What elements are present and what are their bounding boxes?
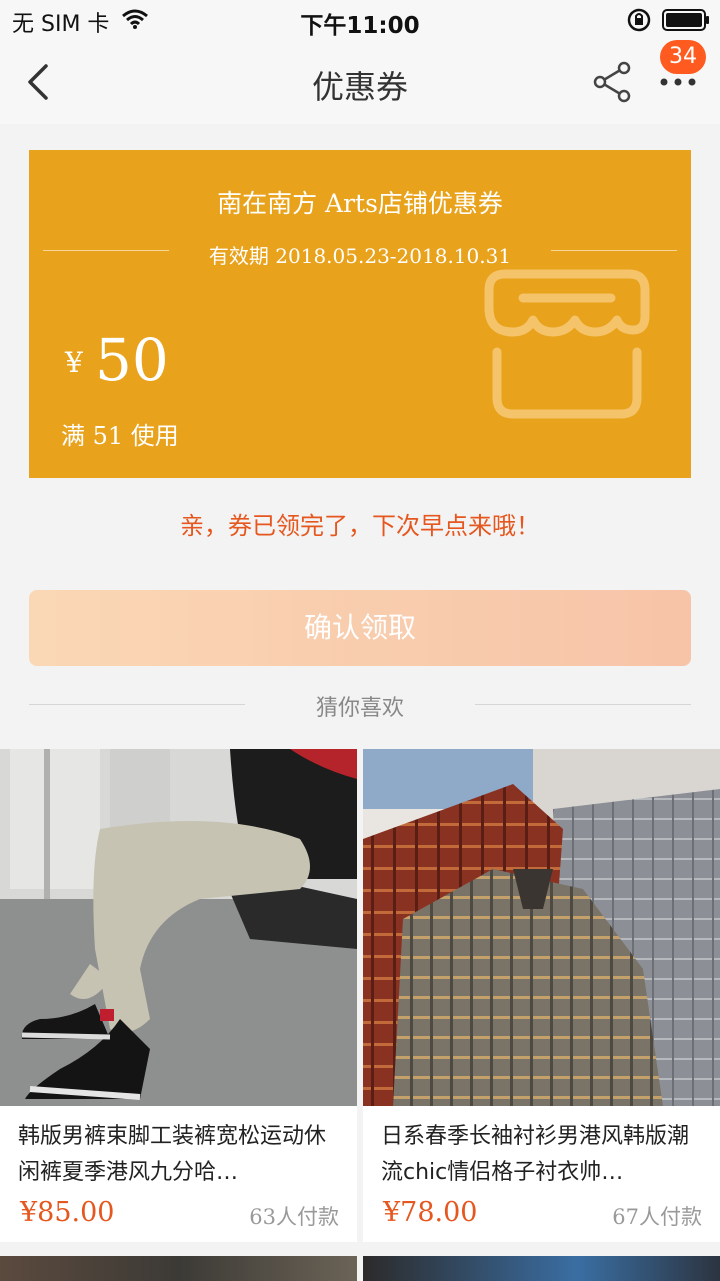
rotation-lock-icon [627,8,651,32]
confirm-claim-button[interactable]: 确认领取 [29,590,691,666]
status-bar: 无 SIM 卡 下午11:00 [0,0,720,40]
coupon-condition: 满 51 使用 [61,422,179,450]
product-price: ¥85.00 [20,1197,115,1228]
nav-bar: 优惠券 34 [0,40,720,124]
clock: 下午11:00 [300,13,420,39]
coupon-scalloped-edge [29,146,691,154]
product-card[interactable]: 日系春季长袖衬衫男港风韩版潮流chic情侣格子衬衣帅… ¥78.00 67人付款 [363,749,720,1242]
divider [475,704,691,705]
product-sold-count: 67人付款 [612,1205,702,1229]
coupon-card: 南在南方 Arts店铺优惠券 有效期 2018.05.23-2018.10.31… [29,146,691,482]
product-card[interactable]: 韩版男裤束脚工装裤宽松运动休闲裤夏季港风九分哈… ¥85.00 63人付款 [0,749,357,1242]
coupon-shop-name: 南在南方 Arts店铺优惠券 [217,189,503,218]
product-price: ¥78.00 [383,1197,478,1228]
product-image[interactable] [0,749,357,1106]
coupon-amount: 50 [95,326,169,394]
store-icon [484,269,650,419]
product-sold-count: 63人付款 [249,1205,339,1229]
battery-icon [662,9,709,31]
message-badge: 34 [660,40,706,74]
share-icon[interactable] [590,60,634,104]
product-image[interactable] [363,749,720,1106]
coupon-scalloped-edge [29,474,691,482]
product-image[interactable] [363,1256,720,1281]
coupon-currency: ¥ [65,346,83,379]
recommend-heading: 猜你喜欢 [315,696,404,721]
divider [551,250,677,251]
product-title[interactable]: 日系春季长袖衬衫男港风韩版潮流chic情侣格子衬衣帅… [381,1119,703,1191]
product-image[interactable] [0,1256,357,1281]
coupon-exhausted-notice: 亲，券已领完了，下次早点来哦！ [180,512,540,540]
product-title[interactable]: 韩版男裤束脚工装裤宽松运动休闲裤夏季港风九分哈… [18,1119,340,1191]
coupon-validity: 有效期 2018.05.23-2018.10.31 [208,244,512,268]
